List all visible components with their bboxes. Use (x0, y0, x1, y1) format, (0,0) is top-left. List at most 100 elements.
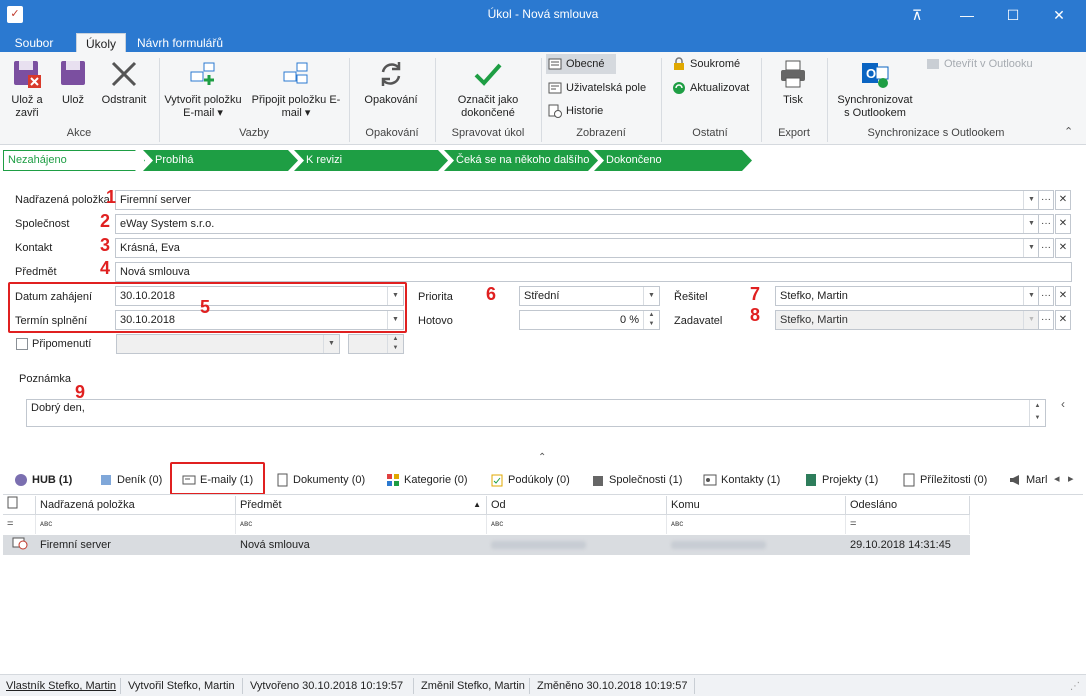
mark-complete-button[interactable]: Označit jako dokončené (448, 58, 528, 120)
filter-parent[interactable]: ᴀʙc (36, 515, 236, 534)
company-field[interactable]: eWay System s.r.o. ▼ (115, 214, 1040, 234)
resize-grip-icon[interactable]: ⋰ (1070, 681, 1080, 692)
clear-icon[interactable]: ✕ (1055, 190, 1071, 210)
tab-navrh-formularu[interactable]: Návrh formulářů (132, 33, 228, 52)
view-custom-fields-button[interactable]: Uživatelská pole (546, 78, 656, 98)
tab-companies[interactable]: Společnosti (1) (591, 472, 682, 488)
filter-to[interactable]: ᴀʙc (667, 515, 846, 534)
more-button[interactable]: ··· (1038, 190, 1054, 210)
row-sent-cell[interactable]: 29.10.2018 14:31:45 (846, 536, 970, 555)
collapse-ribbon-icon[interactable]: ⌃ (1064, 125, 1073, 138)
chevron-down-icon[interactable]: ▼ (1023, 239, 1039, 257)
grid-header-to[interactable]: Komu (667, 496, 846, 515)
due-date-field[interactable]: 30.10.2018 ▼ (115, 310, 404, 330)
grid-header-sent[interactable]: Odesláno (846, 496, 970, 515)
more-button[interactable]: ··· (1038, 286, 1054, 306)
hub-icon (15, 474, 27, 486)
stage-k-revizi[interactable]: K revizi (294, 150, 448, 171)
tab-projects[interactable]: Projekty (1) (804, 472, 878, 488)
save-button[interactable]: Ulož (56, 58, 90, 107)
tab-ukoly[interactable]: Úkoly (76, 33, 126, 52)
more-button[interactable]: ··· (1038, 310, 1054, 330)
reminder-date-field[interactable]: ▼ (116, 334, 340, 354)
spinner-icon[interactable]: ▲ ▼ (643, 311, 659, 329)
contact-field[interactable]: Krásná, Eva ▼ (115, 238, 1040, 258)
tab-categories[interactable]: Kategorie (0) (386, 472, 468, 488)
stage-dokonceno[interactable]: Dokončeno (594, 150, 752, 171)
clear-icon[interactable]: ✕ (1055, 310, 1071, 330)
chevron-down-icon[interactable]: ▼ (387, 311, 403, 329)
owner-link[interactable]: Vlastník Stefko, Martin (6, 680, 116, 692)
reminder-time-field[interactable]: ▲ ▼ (348, 334, 404, 354)
chevron-down-icon[interactable]: ▼ (387, 287, 403, 305)
filter-from[interactable]: ᴀʙc (487, 515, 667, 534)
chevron-down-icon[interactable]: ▼ (1023, 215, 1039, 233)
delete-icon (111, 61, 137, 87)
row-parent-cell[interactable]: Firemní server (36, 536, 236, 555)
clear-icon[interactable]: ✕ (1055, 238, 1071, 258)
maximize-button[interactable]: ☐ (990, 0, 1036, 30)
scrollbar[interactable]: ▲ ▼ (1029, 400, 1045, 426)
private-button[interactable]: Soukromé (670, 54, 750, 74)
assignee-field[interactable]: Stefko, Martin ▼ (775, 286, 1040, 306)
chevron-down-icon[interactable]: ▼ (1023, 311, 1039, 329)
subject-field[interactable]: Nová smlouva (115, 262, 1072, 282)
grid-header-subject[interactable]: Předmět ▲ (236, 496, 487, 515)
tab-subtasks[interactable]: Podúkoly (0) (490, 472, 570, 488)
recurrence-button[interactable]: Opakování (358, 58, 424, 107)
view-obecne-button[interactable]: Obecné (546, 54, 616, 74)
grid-header-parent[interactable]: Nadřazená položka (36, 496, 236, 515)
marker-1: 1 (106, 187, 117, 207)
minimize-button[interactable]: — (944, 0, 990, 30)
tab-contacts[interactable]: Kontakty (1) (703, 472, 780, 488)
requester-field[interactable]: Stefko, Martin ▼ (775, 310, 1040, 330)
tab-documents[interactable]: Dokumenty (0) (275, 472, 365, 488)
reminder-checkbox[interactable] (16, 338, 28, 350)
tab-opportunities[interactable]: Příležitosti (0) (902, 472, 987, 488)
sync-outlook-button[interactable]: O Synchronizovat s Outlookem (834, 58, 916, 120)
note-textarea[interactable]: Dobrý den, ▲ ▼ (26, 399, 1046, 427)
tab-soubor[interactable]: Soubor (8, 33, 60, 52)
chevron-down-icon[interactable]: ▼ (1023, 191, 1039, 209)
grid-header-from[interactable]: Od (487, 496, 667, 515)
create-email-button[interactable]: Vytvořit položku E-mail ▾ (164, 58, 242, 120)
tab-hub[interactable]: HUB (1) (14, 472, 72, 488)
chevron-down-icon[interactable]: ▼ (643, 287, 659, 305)
filter-operator[interactable]: = (3, 515, 36, 534)
spinner-icon[interactable]: ▲ ▼ (387, 335, 403, 353)
clear-icon[interactable]: ✕ (1055, 214, 1071, 234)
parent-item-label: Nadřazená položka (15, 194, 110, 206)
tab-journal[interactable]: Deník (0) (99, 472, 162, 488)
filter-sent[interactable]: = (846, 515, 970, 534)
stage-ceka[interactable]: Čeká se na někoho dalšího (444, 150, 598, 171)
start-date-field[interactable]: 30.10.2018 ▼ (115, 286, 404, 306)
create-email-label: Vytvořit položku E-mail (164, 94, 242, 119)
priority-field[interactable]: Střední ▼ (519, 286, 660, 306)
open-outlook-button[interactable]: Otevřít v Outlooku (924, 54, 1040, 74)
chevron-down-icon[interactable]: ▼ (323, 335, 339, 353)
chevron-down-icon[interactable]: ▼ (1023, 287, 1039, 305)
more-button[interactable]: ··· (1038, 214, 1054, 234)
chevron-up-icon[interactable]: ⌃ (538, 452, 546, 463)
close-button[interactable]: ✕ (1036, 0, 1082, 30)
stage-nezahajeno[interactable]: Nezahájeno (3, 150, 145, 171)
tab-scroll-left[interactable]: ◂ (1054, 472, 1060, 485)
clear-icon[interactable]: ✕ (1055, 286, 1071, 306)
tab-marketing[interactable]: Marl (1008, 472, 1048, 488)
chevron-left-icon[interactable]: ‹ (1061, 397, 1065, 411)
done-field[interactable]: 0 % ▲ ▼ (519, 310, 660, 330)
tab-scroll-right[interactable]: ▸ (1068, 472, 1074, 485)
view-history-button[interactable]: Historie (546, 101, 616, 121)
parent-item-field[interactable]: Firemní server ▼ (115, 190, 1040, 210)
tab-emails[interactable]: E-maily (1) (182, 472, 253, 488)
refresh-button[interactable]: Aktualizovat (670, 78, 760, 98)
filter-subject[interactable]: ᴀʙc (236, 515, 487, 534)
stage-probiha[interactable]: Probíhá (143, 150, 298, 171)
print-button[interactable]: Tisk (770, 58, 816, 107)
attach-email-button[interactable]: Připojit položku E-mail ▾ (250, 58, 342, 120)
row-subject-cell[interactable]: Nová smlouva (236, 536, 487, 555)
pin-icon[interactable]: ⊼ (894, 0, 940, 30)
more-button[interactable]: ··· (1038, 238, 1054, 258)
save-close-button[interactable]: Ulož a zavři (6, 58, 48, 120)
delete-button[interactable]: Odstranit (98, 58, 150, 107)
